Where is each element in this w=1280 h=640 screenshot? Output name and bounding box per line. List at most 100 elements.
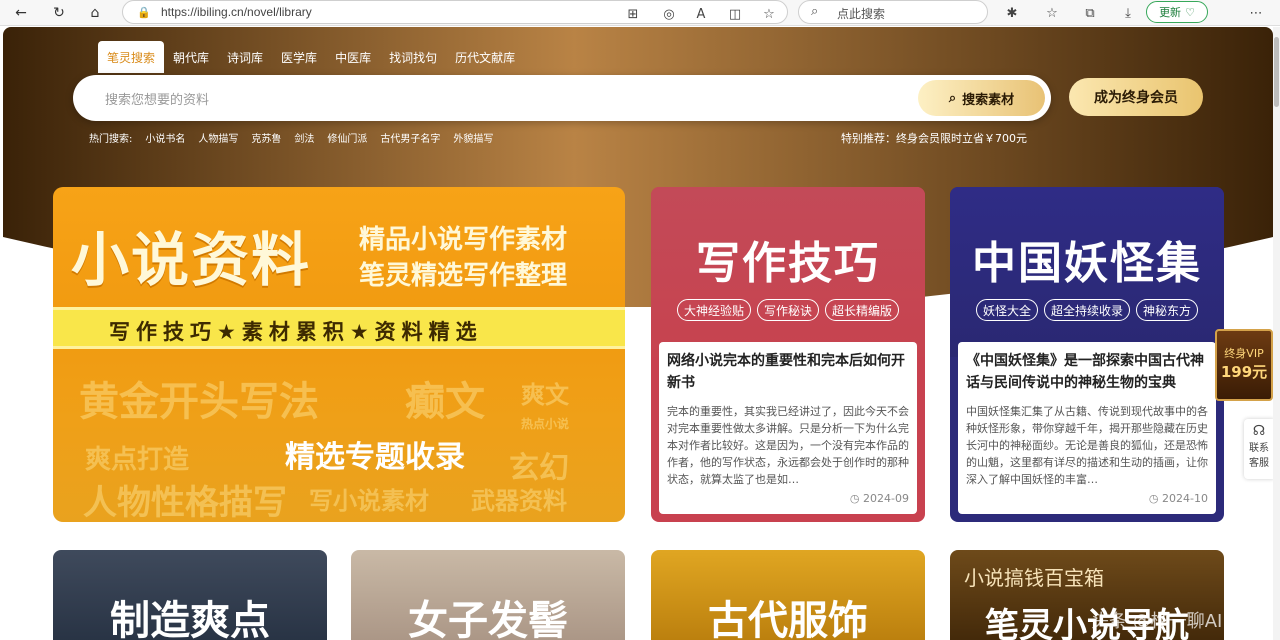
- search-input[interactable]: 搜索您想要的资料: [105, 89, 209, 108]
- wm-text: 热点小说: [521, 417, 570, 431]
- home-icon[interactable]: ⌂: [84, 2, 106, 24]
- more-icon[interactable]: ⋯: [1246, 3, 1266, 23]
- browser-search[interactable]: ⌕ 点此搜索: [798, 0, 988, 24]
- article-headline[interactable]: 网络小说完本的重要性和完本后如何开新书: [667, 350, 911, 394]
- browser-toolbar: ← ↻ ⌂ 🔒 https://ibiling.cn/novel/library…: [0, 0, 1280, 26]
- watermark: 头条 @桦一聊AI: [1091, 611, 1223, 632]
- tab-tcm[interactable]: 中医库: [326, 41, 380, 73]
- wm-text: 爽文: [521, 381, 569, 409]
- heart-icon: ♡: [1185, 5, 1195, 19]
- hot-term[interactable]: 外貌描写: [453, 130, 493, 145]
- hot-term[interactable]: 人物描写: [198, 130, 238, 145]
- card-body: 《中国妖怪集》是一部探索中国古代神话与民间传说中的神秘生物的宝典 中国妖怪集汇集…: [958, 342, 1216, 514]
- wm-text: 爽点打造: [85, 445, 190, 475]
- hot-term[interactable]: 克苏鲁: [251, 130, 281, 145]
- bottom-card-title: 古代服饰: [708, 598, 868, 640]
- tab-dynasty[interactable]: 朝代库: [164, 41, 218, 73]
- bottom-card-subtitle: 小说搞钱百宝箱: [964, 566, 1104, 590]
- hot-search: 热门搜索: 小说书名 人物描写 克苏鲁 剑法 修仙门派 古代男子名字 外貌描写: [89, 130, 493, 145]
- edge-icon[interactable]: ◎: [659, 4, 679, 24]
- big-card-line1: 精品小说写作素材: [359, 225, 568, 255]
- wm-text: 写小说素材: [309, 487, 429, 515]
- article-date: ◷ 2024-10: [1149, 492, 1208, 505]
- article-date: ◷ 2024-09: [850, 492, 909, 505]
- search-icon: ⌕: [811, 4, 819, 19]
- browser-search-placeholder: 点此搜索: [837, 7, 886, 21]
- hot-term[interactable]: 小说书名: [145, 130, 185, 145]
- tab-medicine[interactable]: 医学库: [272, 41, 326, 73]
- customer-service[interactable]: ☊ 联系客服: [1244, 419, 1273, 479]
- date-text: 2024-09: [863, 492, 909, 505]
- wm-text: 黄金开头写法: [79, 379, 319, 425]
- favorite-star-icon[interactable]: ☆: [759, 4, 779, 24]
- chip[interactable]: 超全持续收录: [1043, 299, 1130, 321]
- downloads-icon[interactable]: ⤓: [1118, 3, 1138, 23]
- back-icon[interactable]: ←: [10, 2, 32, 24]
- update-label: 更新: [1159, 6, 1182, 19]
- tab-poetry[interactable]: 诗词库: [218, 41, 272, 73]
- clock-icon: ◷: [849, 492, 864, 505]
- vip-badge[interactable]: 终身VIP 199元: [1215, 329, 1273, 401]
- card-title: 写作技巧: [696, 238, 880, 289]
- lock-icon: 🔒: [137, 6, 151, 19]
- refresh-icon[interactable]: ↻: [48, 2, 70, 24]
- chip[interactable]: 写作秘诀: [756, 299, 819, 321]
- url-text: https://ibiling.cn/novel/library: [161, 5, 312, 19]
- card-chips: 大神经验贴 写作秘诀 超长精编版: [651, 299, 925, 321]
- novel-materials-card[interactable]: 小说资料 精品小说写作素材 笔灵精选写作整理 写作技巧★素材累积★资料精选 黄金…: [53, 187, 625, 522]
- split-screen-icon[interactable]: ◫: [725, 4, 745, 24]
- chip[interactable]: 神秘东方: [1136, 299, 1199, 321]
- vip-badge-price: 199元: [1220, 363, 1268, 381]
- article-excerpt: 完本的重要性，其实我已经讲过了，因此今天不会对完本重要性做太多讲解。只是分析一下…: [667, 405, 909, 486]
- extensions-icon[interactable]: ✱: [1002, 3, 1022, 23]
- article-headline[interactable]: 《中国妖怪集》是一部探索中国古代神话与民间传说中的神秘生物的宝典: [966, 350, 1210, 394]
- collections-icon[interactable]: ⧉: [1080, 3, 1100, 23]
- bottom-card-title: 制造爽点: [110, 598, 270, 640]
- contact-label: 联系客服: [1249, 443, 1269, 469]
- scrollbar[interactable]: [1273, 27, 1280, 640]
- clock-icon: ◷: [1148, 492, 1163, 505]
- tab-words[interactable]: 找词找句: [380, 41, 446, 73]
- big-card-main: 精选专题收录: [285, 440, 465, 475]
- vip-badge-top: 终身VIP: [1224, 347, 1264, 360]
- tab-literature[interactable]: 历代文献库: [446, 41, 524, 73]
- tab-bilingsearch[interactable]: 笔灵搜索: [98, 41, 165, 73]
- update-button[interactable]: 更新 ♡: [1146, 1, 1208, 23]
- vip-button[interactable]: 成为终身会员: [1069, 78, 1203, 116]
- hot-term[interactable]: 剑法: [294, 130, 314, 145]
- big-card-band: 写作技巧★素材累积★资料精选: [53, 307, 625, 349]
- chip[interactable]: 超长精编版: [825, 299, 900, 321]
- chip[interactable]: 妖怪大全: [975, 299, 1038, 321]
- search-button[interactable]: ⌕ 搜索素材: [918, 80, 1045, 116]
- card-body: 网络小说完本的重要性和完本后如何开新书 完本的重要性，其实我已经讲过了，因此今天…: [659, 342, 917, 514]
- big-card-line2: 笔灵精选写作整理: [359, 261, 568, 291]
- search-bar: 搜索您想要的资料 ⌕ 搜索素材: [73, 75, 1051, 121]
- hot-label: 热门搜索:: [89, 134, 133, 145]
- address-bar[interactable]: 🔒 https://ibiling.cn/novel/library ⊞ ◎ A…: [122, 0, 788, 24]
- hot-term[interactable]: 修仙门派: [327, 130, 367, 145]
- promo-text[interactable]: 特别推荐：终身会员限时立省￥700元: [841, 130, 1027, 146]
- date-text: 2024-10: [1162, 492, 1208, 505]
- favorites-icon[interactable]: ☆: [1042, 3, 1062, 23]
- chip[interactable]: 大神经验贴: [676, 299, 751, 321]
- wm-text: 癫文: [405, 379, 485, 425]
- category-tabs: 笔灵搜索 朝代库 诗词库 医学库 中医库 找词找句 历代文献库: [98, 41, 524, 73]
- bottom-card-costume[interactable]: 古代服饰: [651, 550, 925, 640]
- bottom-card-title: 女子发髻: [408, 598, 568, 640]
- bottom-card-shuangdian[interactable]: 制造爽点: [53, 550, 327, 640]
- card-title: 中国妖怪集: [972, 238, 1202, 289]
- read-aloud-icon[interactable]: A: [691, 4, 711, 24]
- card-chips: 妖怪大全 超全持续收录 神秘东方: [950, 299, 1224, 321]
- chinese-monsters-card[interactable]: 中国妖怪集 妖怪大全 超全持续收录 神秘东方 《中国妖怪集》是一部探索中国古代神…: [950, 187, 1224, 522]
- hot-term[interactable]: 古代男子名字: [380, 130, 440, 145]
- apps-icon[interactable]: ⊞: [623, 4, 643, 24]
- search-button-label: 搜索素材: [962, 92, 1015, 108]
- search-icon: ⌕: [948, 90, 957, 106]
- headset-icon: ☊: [1252, 423, 1266, 439]
- writing-tips-card[interactable]: 写作技巧 大神经验贴 写作秘诀 超长精编版 网络小说完本的重要性和完本后如何开新…: [651, 187, 925, 522]
- scrollbar-thumb[interactable]: [1274, 37, 1279, 107]
- big-card-title: 小说资料: [71, 226, 312, 294]
- wm-text: 人物性格描写: [83, 483, 287, 522]
- article-excerpt: 中国妖怪集汇集了从古籍、传说到现代故事中的各种妖怪形象，带你穿越千年，揭开那些隐…: [966, 405, 1208, 486]
- bottom-card-hairstyle[interactable]: 女子发髻: [351, 550, 625, 640]
